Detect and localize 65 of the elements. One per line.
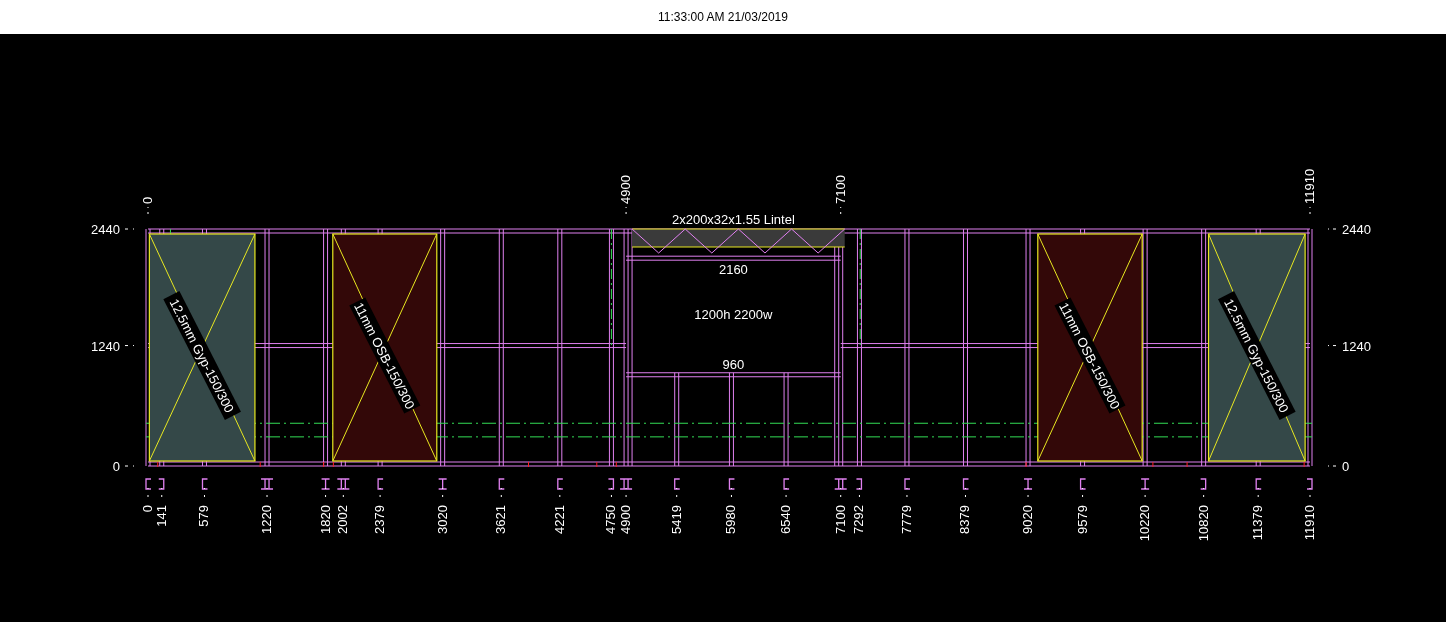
dimension-label: 9020	[1020, 505, 1036, 534]
stud-profile-icon	[834, 478, 848, 490]
dimension-label: 10820	[1195, 505, 1211, 542]
dimension-label: 7100	[832, 505, 848, 534]
dimension-label: 11910	[1302, 505, 1317, 541]
dimension-label: 0	[140, 505, 155, 513]
dimension-label: 1820	[317, 505, 333, 534]
opening-size-label: 1200h 2200w	[694, 307, 773, 323]
stud-profile-icon	[1023, 478, 1033, 490]
dimension-label: 4221	[551, 505, 567, 534]
stud-profile-icon	[158, 478, 165, 490]
dimension-label: 0	[140, 196, 155, 204]
stud-profile-icon	[783, 478, 790, 490]
timestamp: 11:33:00 AM 21/03/2019	[658, 10, 788, 24]
stud-profile-icon	[728, 478, 736, 490]
height-label: 1240	[1342, 338, 1371, 354]
dimension-label: 3020	[434, 505, 450, 534]
dimension-label: 2379	[372, 505, 388, 534]
dimension-label: 11910	[1302, 168, 1317, 204]
dimension-label: 9579	[1074, 505, 1090, 534]
height-label: 2440	[91, 222, 120, 237]
stud-profile-icon	[557, 478, 564, 490]
stud-profile-icon	[1200, 478, 1207, 490]
dimension-label: 579	[196, 505, 212, 527]
dimension-label: 2002	[335, 505, 351, 534]
stud-profile-icon	[201, 478, 209, 490]
dimension-label: 11379	[1250, 505, 1266, 541]
dimension-label: 4750	[603, 505, 619, 534]
stud-profile-icon	[962, 478, 970, 490]
stud-profile-icon	[336, 478, 350, 490]
stud-profile-icon	[438, 478, 448, 490]
stud-profile-icon	[1079, 478, 1087, 490]
dimension-label: 141	[153, 505, 169, 527]
head-height-label: 2160	[718, 262, 748, 278]
dimension-label: 10220	[1137, 505, 1153, 542]
dimension-label: 7100	[832, 175, 848, 204]
height-label: 2440	[1342, 222, 1371, 237]
dimension-label: 6540	[778, 505, 794, 534]
dimension-label: 5980	[723, 505, 739, 534]
stud-profile-icon	[320, 478, 331, 490]
height-label: 0	[112, 459, 120, 474]
height-label: 1240	[91, 338, 120, 354]
stud-profile-icon	[855, 478, 863, 490]
dimension-label: 1220	[259, 505, 275, 534]
lintel-label: 2x200x32x1.55 Lintel	[671, 212, 795, 227]
height-label: 0	[1342, 459, 1350, 474]
sill-height-label: 960	[722, 356, 745, 372]
stud-profile-icon	[498, 478, 505, 490]
dimension-label: 3621	[493, 505, 509, 534]
stud-profile-icon	[145, 478, 152, 490]
dimension-label: 7292	[851, 505, 867, 534]
dimension-label: 4900	[618, 505, 634, 534]
stud-profile-icon	[904, 478, 911, 490]
stud-profile-icon	[260, 478, 274, 490]
stud-profile-icon	[619, 478, 633, 490]
stud-profile-icon	[377, 478, 384, 490]
stud-profile-icon	[674, 478, 681, 490]
stud-profile-icon	[607, 478, 615, 490]
dimension-label: 7779	[898, 505, 914, 534]
stud-profile-icon	[1255, 478, 1262, 490]
dimension-label: 4900	[618, 175, 634, 204]
dimension-label: 8379	[957, 505, 973, 534]
stud-profile-icon	[1140, 478, 1150, 490]
dimension-label: 5419	[668, 505, 684, 534]
stud-profile-icon	[1306, 478, 1313, 490]
